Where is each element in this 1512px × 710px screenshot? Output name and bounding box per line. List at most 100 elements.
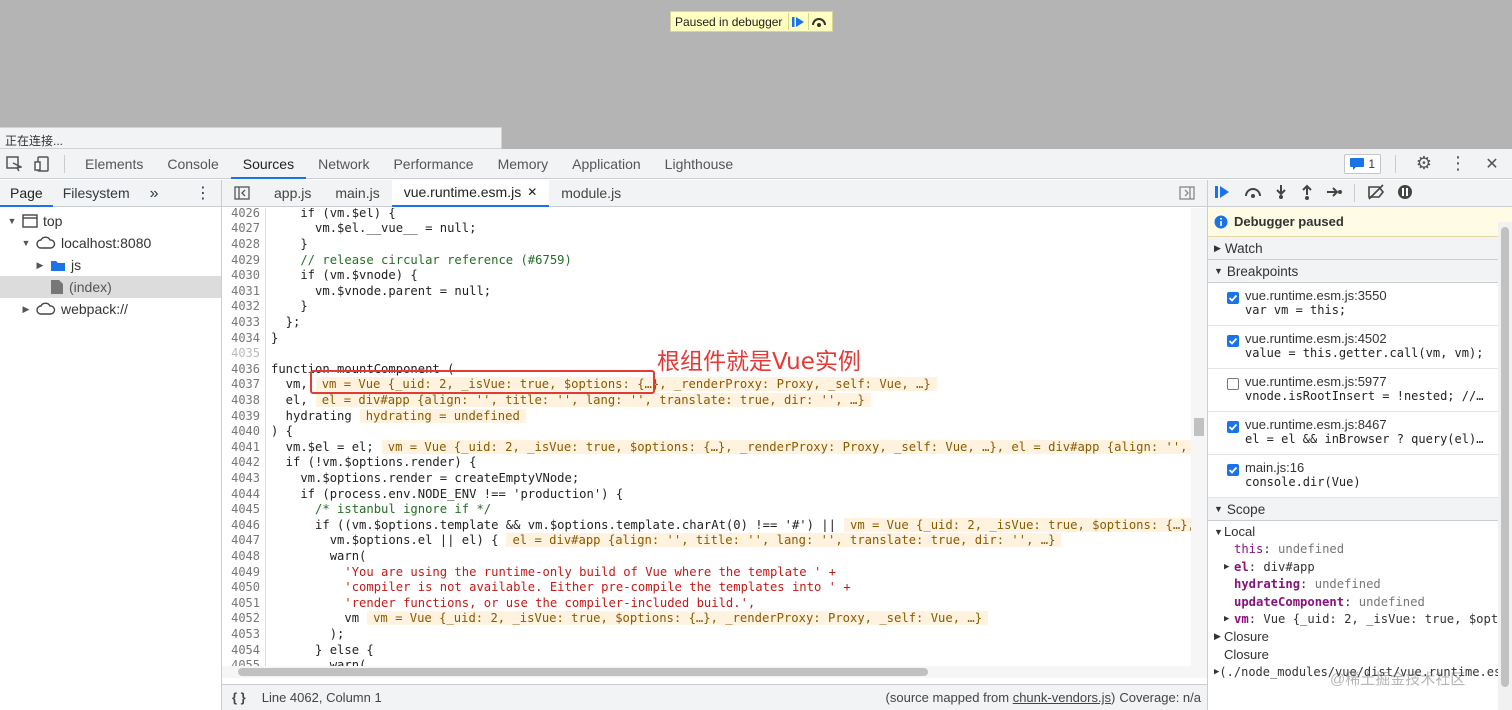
- line-number[interactable]: 4038: [222, 393, 262, 407]
- code-horizontal-scrollbar[interactable]: [222, 666, 1191, 678]
- breakpoint-checkbox[interactable]: [1227, 335, 1239, 347]
- resume-icon[interactable]: [788, 13, 808, 30]
- breakpoint-checkbox[interactable]: [1227, 421, 1239, 433]
- line-number[interactable]: 4037: [222, 377, 262, 391]
- step-over-icon[interactable]: [808, 13, 828, 30]
- editor-tab-vue-runtime[interactable]: vue.runtime.esm.js ✕: [391, 179, 550, 207]
- tab-page[interactable]: Page: [0, 180, 53, 207]
- navigator-menu-icon[interactable]: ⋮: [185, 180, 221, 207]
- tab-lighthouse[interactable]: Lighthouse: [653, 149, 746, 179]
- line-number[interactable]: 4043: [222, 471, 262, 485]
- scope-variable[interactable]: hydrating: undefined: [1214, 576, 1512, 594]
- tab-network[interactable]: Network: [306, 149, 381, 179]
- more-options-icon[interactable]: ⋮: [1444, 150, 1472, 178]
- line-number[interactable]: 4033: [222, 315, 262, 329]
- line-number[interactable]: 4034: [222, 331, 262, 345]
- expand-arrow-icon[interactable]: ▶: [1224, 562, 1234, 572]
- resume-icon[interactable]: [1214, 184, 1232, 203]
- line-number[interactable]: 4036: [222, 362, 262, 376]
- source-map-link[interactable]: chunk-vendors.js: [1013, 690, 1111, 705]
- code-viewer[interactable]: 4026 if (vm.$el) {4027 vm.$el.__vue__ = …: [222, 208, 1191, 678]
- close-tab-icon[interactable]: ✕: [527, 179, 537, 206]
- line-number[interactable]: 4028: [222, 237, 262, 251]
- breakpoint-item[interactable]: vue.runtime.esm.js:5977 vnode.isRootInser…: [1208, 369, 1512, 412]
- breakpoint-checkbox[interactable]: [1227, 378, 1239, 390]
- sidebar-scrollbar[interactable]: [1498, 222, 1512, 710]
- toggle-navigator-icon[interactable]: [222, 180, 262, 207]
- tree-item[interactable]: ▶ webpack://: [0, 298, 221, 320]
- inspect-element-icon[interactable]: [0, 150, 28, 178]
- line-number[interactable]: 4050: [222, 580, 262, 594]
- line-number[interactable]: 4027: [222, 221, 262, 235]
- breakpoint-checkbox[interactable]: [1227, 292, 1239, 304]
- scope-variable[interactable]: updateComponent: undefined: [1214, 593, 1512, 611]
- scope-closure-module[interactable]: Closure: [1214, 646, 1512, 664]
- breakpoint-item[interactable]: vue.runtime.esm.js:4502 value = this.gett…: [1208, 326, 1512, 369]
- step-into-icon[interactable]: [1274, 184, 1288, 203]
- line-number[interactable]: 4040: [222, 424, 262, 438]
- collapse-arrow-icon[interactable]: ▼: [6, 216, 18, 226]
- breakpoints-section-header[interactable]: ▼ Breakpoints: [1208, 260, 1512, 283]
- code-vertical-scrollbar[interactable]: [1191, 208, 1207, 678]
- step-icon[interactable]: [1326, 184, 1342, 203]
- step-out-icon[interactable]: [1300, 184, 1314, 203]
- line-number[interactable]: 4048: [222, 549, 262, 563]
- breakpoint-item[interactable]: vue.runtime.esm.js:8467 el = el && inBrow…: [1208, 412, 1512, 455]
- expand-arrow-icon[interactable]: ▶: [1224, 614, 1234, 624]
- scroll-thumb[interactable]: [238, 668, 928, 676]
- scope-closure[interactable]: ▶ Closure: [1214, 628, 1512, 646]
- line-number[interactable]: 4032: [222, 299, 262, 313]
- line-number[interactable]: 4026: [222, 208, 262, 220]
- line-number[interactable]: 4047: [222, 533, 262, 547]
- watch-section-header[interactable]: ▶ Watch: [1208, 237, 1512, 260]
- scope-variable[interactable]: this: undefined: [1214, 541, 1512, 559]
- issues-badge[interactable]: 1: [1344, 153, 1381, 174]
- line-number[interactable]: 4052: [222, 611, 262, 625]
- scroll-thumb[interactable]: [1501, 227, 1509, 687]
- line-number[interactable]: 4042: [222, 455, 262, 469]
- tree-item[interactable]: (index): [0, 276, 221, 298]
- tab-console[interactable]: Console: [155, 149, 230, 179]
- line-number[interactable]: 4053: [222, 627, 262, 641]
- tab-filesystem[interactable]: Filesystem: [53, 180, 140, 207]
- device-toolbar-icon[interactable]: [28, 150, 56, 178]
- scope-variable[interactable]: ▶ vm: Vue {_uid: 2, _isVue: true, $opti: [1214, 611, 1512, 629]
- line-number[interactable]: 4041: [222, 440, 262, 454]
- scope-local[interactable]: ▼ Local: [1214, 523, 1512, 541]
- tab-memory[interactable]: Memory: [486, 149, 561, 179]
- line-number[interactable]: 4046: [222, 518, 262, 532]
- collapse-arrow-icon[interactable]: ▼: [20, 238, 32, 248]
- line-number[interactable]: 4029: [222, 253, 262, 267]
- deactivate-breakpoints-icon[interactable]: [1367, 183, 1385, 203]
- line-number[interactable]: 4051: [222, 596, 262, 610]
- editor-tab-module-js[interactable]: module.js: [549, 180, 633, 207]
- close-devtools-icon[interactable]: ✕: [1478, 150, 1506, 178]
- line-number[interactable]: 4031: [222, 284, 262, 298]
- line-number[interactable]: 4045: [222, 502, 262, 516]
- editor-tab-app-js[interactable]: app.js: [262, 180, 323, 207]
- line-number[interactable]: 4035: [222, 346, 262, 360]
- pause-on-exceptions-icon[interactable]: [1397, 184, 1413, 203]
- expand-arrow-icon[interactable]: ▶: [34, 260, 46, 271]
- line-number[interactable]: 4044: [222, 487, 262, 501]
- more-tabs-chevron-icon[interactable]: »: [140, 180, 169, 207]
- line-number[interactable]: 4039: [222, 409, 262, 423]
- tab-performance[interactable]: Performance: [381, 149, 485, 179]
- line-number[interactable]: 4030: [222, 268, 262, 282]
- breakpoint-checkbox[interactable]: [1227, 464, 1239, 476]
- tab-sources[interactable]: Sources: [230, 149, 307, 179]
- tree-item[interactable]: ▼ top: [0, 210, 221, 232]
- tab-application[interactable]: Application: [560, 149, 653, 179]
- breakpoint-item[interactable]: vue.runtime.esm.js:3550 var vm = this;: [1208, 283, 1512, 326]
- scope-variable[interactable]: ▶ el: div#app: [1214, 558, 1512, 576]
- settings-gear-icon[interactable]: ⚙: [1410, 150, 1438, 178]
- scope-section-header[interactable]: ▼ Scope: [1208, 498, 1512, 521]
- editor-tab-main-js[interactable]: main.js: [323, 180, 391, 207]
- format-braces-icon[interactable]: { }: [232, 690, 246, 705]
- line-number[interactable]: 4049: [222, 565, 262, 579]
- tab-elements[interactable]: Elements: [73, 149, 155, 179]
- step-over-icon[interactable]: [1244, 184, 1262, 203]
- tree-item[interactable]: ▼ localhost:8080: [0, 232, 221, 254]
- breakpoint-item[interactable]: main.js:16 console.dir(Vue): [1208, 455, 1512, 498]
- scroll-thumb[interactable]: [1194, 418, 1204, 436]
